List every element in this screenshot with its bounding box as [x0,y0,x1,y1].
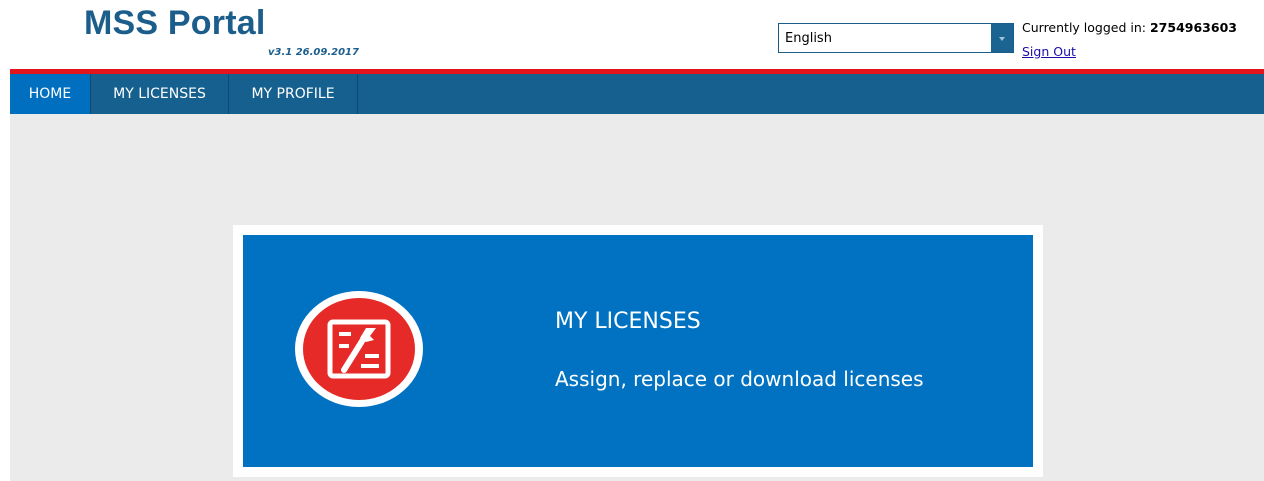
language-select-value: English [785,31,832,46]
portal-title: MSS Portal [84,4,266,42]
licenses-tools-icon [295,291,423,407]
language-select[interactable]: English [778,23,1014,53]
main-nav: HOME MY LICENSES MY PROFILE [10,74,1264,114]
nav-tab-my-licenses[interactable]: MY LICENSES [91,74,229,114]
card-title: MY LICENSES [555,309,701,334]
logged-in-user-id: 2754963603 [1149,20,1237,35]
login-status: Currently logged in: 2754963603 [1022,20,1237,35]
nav-tab-my-profile[interactable]: MY PROFILE [229,74,358,114]
login-label: Currently logged in: [1022,20,1146,35]
page-header: MSS Portal v3.1 26.09.2017 English Curre… [0,0,1264,69]
portal-version: v3.1 26.09.2017 [268,47,359,58]
chevron-down-icon [999,37,1005,41]
sign-out-link[interactable]: Sign Out [1022,44,1076,59]
dropdown-button[interactable] [991,24,1013,52]
nav-tab-home[interactable]: HOME [10,74,91,114]
card-description: Assign, replace or download licenses [555,367,924,391]
